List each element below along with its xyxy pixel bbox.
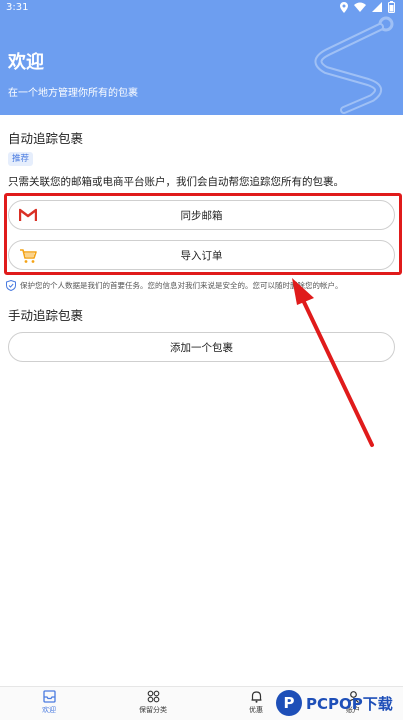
- nav-label-welcome: 欢迎: [42, 706, 56, 714]
- status-time: 3:31: [6, 2, 29, 13]
- auto-track-description: 只需关联您的邮箱或电商平台账户，我们会自动帮您追踪您所有的包裹。: [8, 176, 344, 188]
- nav-label-categories: 保留分类: [139, 706, 167, 714]
- privacy-text: 保护您的个人数据是我们的首要任务。您的信息对我们来说是安全的。您可以随时删除您的…: [20, 281, 343, 290]
- privacy-note: 保护您的个人数据是我们的首要任务。您的信息对我们来说是安全的。您可以随时删除您的…: [6, 280, 343, 291]
- bell-icon: [251, 691, 261, 703]
- add-package-button[interactable]: 添加一个包裹: [8, 332, 395, 362]
- inbox-icon: [42, 690, 56, 703]
- nav-item-welcome[interactable]: 欢迎: [19, 690, 79, 715]
- battery-icon: [388, 1, 395, 13]
- signal-icon: [372, 2, 382, 12]
- nav-label-deals: 优惠: [249, 706, 263, 714]
- page-subtitle: 在一个地方管理你所有的包裹: [8, 88, 138, 99]
- highlight-box: [4, 193, 402, 275]
- recommended-badge: 推荐: [8, 152, 34, 166]
- watermark: P PCPOP下载: [276, 686, 403, 720]
- shield-check-icon: [6, 280, 16, 291]
- grid-icon: [147, 690, 159, 703]
- header: 3:31 欢迎 在一个地方管理你所有的包裹: [0, 0, 403, 115]
- watermark-text: PCPOP下载: [306, 694, 393, 713]
- auto-track-title: 自动追踪包裹: [8, 131, 84, 146]
- watermark-logo-icon: P: [276, 690, 302, 716]
- location-icon: [340, 1, 348, 13]
- add-package-label: 添加一个包裹: [170, 341, 233, 354]
- nav-item-categories[interactable]: 保留分类: [123, 690, 183, 715]
- manual-track-title: 手动追踪包裹: [8, 308, 84, 323]
- wifi-icon: [354, 2, 366, 12]
- route-decoration-icon: [314, 16, 394, 114]
- page-title: 欢迎: [8, 52, 44, 73]
